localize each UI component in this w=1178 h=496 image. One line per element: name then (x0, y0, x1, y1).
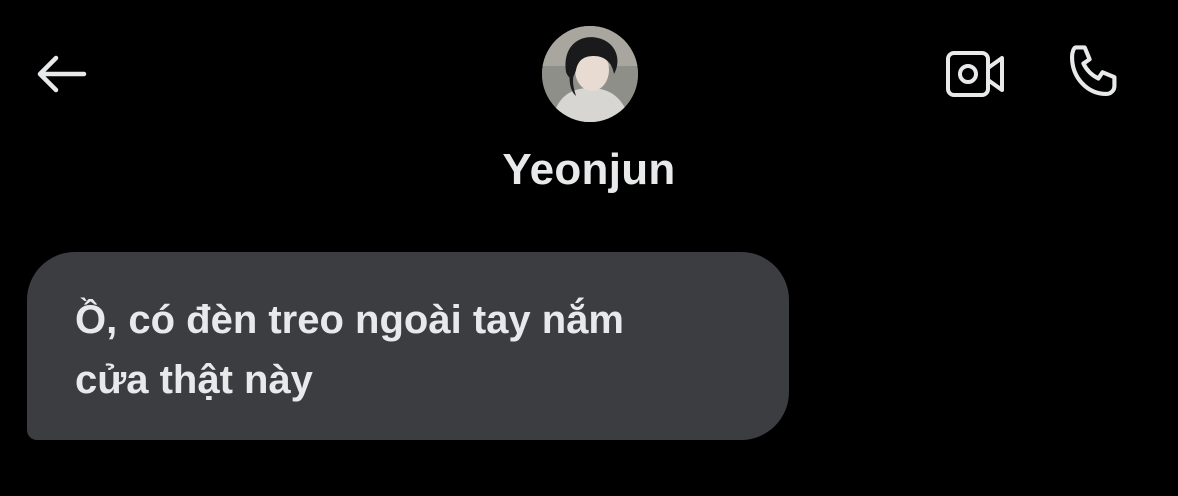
phone-icon (1069, 45, 1117, 97)
message-text: Ồ, có đèn treo ngoài tay nắm cửa thật nà… (75, 290, 749, 410)
message-line: Ồ, có đèn treo ngoài tay nắm (75, 298, 624, 342)
contact-name[interactable]: Yeonjun (0, 145, 1178, 195)
chat-screen: Yeonjun Ồ, có đèn treo ngoài tay nắm cửa… (0, 0, 1178, 496)
video-camera-icon (946, 51, 1004, 97)
profile-photo (542, 26, 638, 122)
back-button[interactable] (28, 46, 92, 102)
message-line: cửa thật này (75, 358, 313, 402)
video-call-button[interactable] (940, 44, 1010, 104)
message-bubble-incoming[interactable]: Ồ, có đèn treo ngoài tay nắm cửa thật nà… (27, 252, 789, 440)
voice-call-button[interactable] (1058, 38, 1130, 106)
arrow-left-icon (37, 55, 87, 93)
avatar[interactable] (542, 26, 638, 122)
